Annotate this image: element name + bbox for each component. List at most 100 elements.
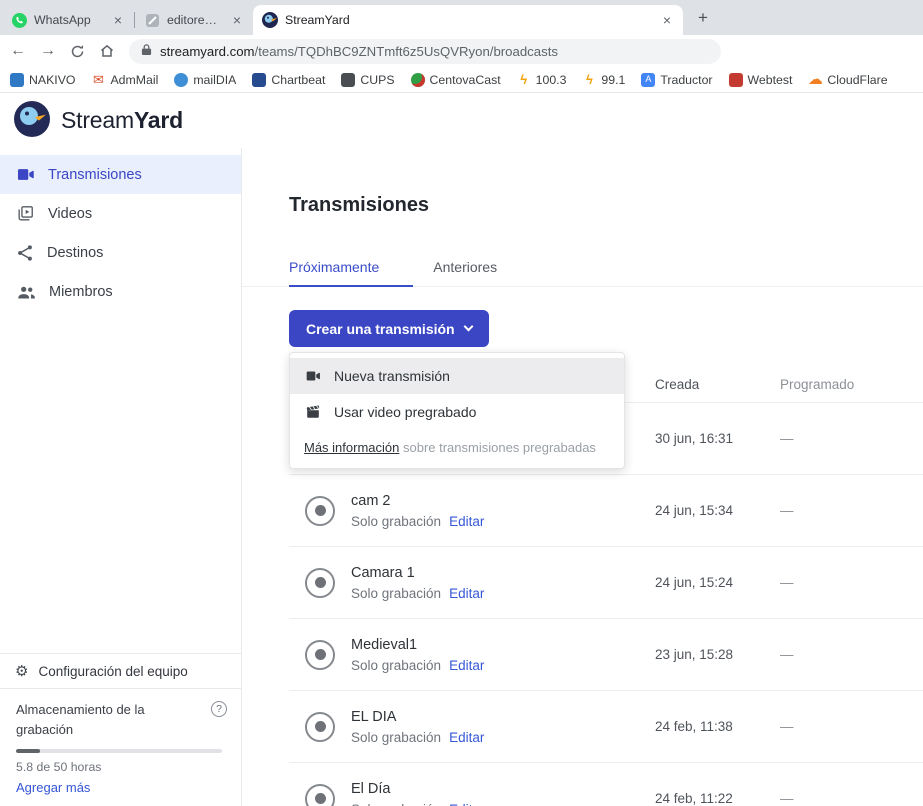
scheduled-value: — bbox=[780, 647, 923, 662]
sidebar-item-label: Videos bbox=[48, 206, 92, 222]
app-content: Transmisiones Videos Destinos Miembros bbox=[0, 148, 923, 806]
site-favicon bbox=[144, 12, 160, 28]
created-date: 23 jun, 15:28 bbox=[655, 647, 780, 662]
edit-link[interactable]: Editar bbox=[449, 658, 484, 673]
tab-anteriores[interactable]: Anteriores bbox=[433, 259, 531, 286]
lightning-icon bbox=[582, 73, 596, 87]
videocam-icon bbox=[304, 368, 321, 384]
bookmark-webtest[interactable]: Webtest bbox=[729, 73, 793, 87]
address-bar[interactable]: streamyard.com/teams/TQDhBC9ZNTmft6z5UsQ… bbox=[129, 39, 721, 64]
broadcast-subtitle: Solo grabación bbox=[351, 802, 441, 806]
cups-favicon bbox=[341, 73, 355, 87]
bookmark-100-3[interactable]: 100.3 bbox=[517, 73, 567, 87]
created-date: 30 jun, 16:31 bbox=[655, 431, 780, 446]
bookmark-99-1[interactable]: 99.1 bbox=[582, 73, 625, 87]
table-row[interactable]: El Día Solo grabaciónEditar 24 feb, 11:2… bbox=[289, 763, 923, 806]
close-tab-icon[interactable]: × bbox=[230, 12, 244, 28]
broadcast-subtitle: Solo grabación bbox=[351, 514, 441, 529]
edit-link[interactable]: Editar bbox=[449, 514, 484, 529]
broadcast-tabs: Próximamente Anteriores bbox=[242, 259, 923, 287]
tab-proximamente[interactable]: Próximamente bbox=[289, 259, 413, 287]
broadcast-subtitle: Solo grabación bbox=[351, 586, 441, 601]
sidebar-bottom: ⚙ Configuración del equipo Almacenamient… bbox=[0, 653, 241, 806]
table-row[interactable]: Medieval1 Solo grabaciónEditar 23 jun, 1… bbox=[289, 619, 923, 691]
storage-meter-fill bbox=[16, 749, 40, 753]
sidebar-item-destinos[interactable]: Destinos bbox=[0, 233, 241, 272]
create-broadcast-button[interactable]: Crear una transmisión bbox=[289, 310, 489, 347]
scheduled-value: — bbox=[780, 719, 923, 734]
bookmark-chartbeat[interactable]: Chartbeat bbox=[252, 73, 325, 87]
bookmark-label: Chartbeat bbox=[271, 73, 325, 87]
create-broadcast-label: Crear una transmisión bbox=[306, 321, 455, 337]
whatsapp-icon bbox=[11, 12, 27, 28]
main-area: Transmisiones Próximamente Anteriores Cr… bbox=[242, 148, 923, 806]
broadcast-subtitle: Solo grabación bbox=[351, 730, 441, 745]
bookmark-label: CUPS bbox=[360, 73, 394, 87]
cloud-icon bbox=[808, 73, 822, 87]
chevron-down-icon bbox=[463, 322, 473, 332]
close-tab-icon[interactable]: × bbox=[660, 12, 674, 28]
centovacast-favicon bbox=[411, 73, 425, 87]
storage-usage-text: 5.8 de 50 horas bbox=[16, 760, 225, 775]
storage-meter bbox=[16, 749, 222, 753]
streamyard-logo[interactable] bbox=[13, 100, 51, 141]
bookmark-label: CentovaCast bbox=[430, 73, 501, 87]
sidebar-item-videos[interactable]: Videos bbox=[0, 194, 241, 233]
create-broadcast-menu: Nueva transmisión Usar video pregrabado … bbox=[289, 352, 625, 469]
back-icon[interactable]: ← bbox=[10, 43, 26, 59]
members-icon bbox=[16, 283, 36, 301]
bookmark-nakivo[interactable]: NAKIVO bbox=[10, 73, 75, 87]
url-text: streamyard.com/teams/TQDhBC9ZNTmft6z5UsQ… bbox=[160, 44, 558, 59]
scheduled-value: — bbox=[780, 431, 923, 446]
bookmark-label: AdmMail bbox=[110, 73, 158, 87]
chartbeat-favicon bbox=[252, 73, 266, 87]
menu-item-new-broadcast[interactable]: Nueva transmisión bbox=[290, 358, 624, 394]
maildia-favicon bbox=[174, 73, 188, 87]
new-tab-button[interactable]: + bbox=[691, 6, 715, 30]
sidebar-item-miembros[interactable]: Miembros bbox=[0, 272, 241, 311]
video-library-icon bbox=[16, 204, 35, 223]
broadcast-title: Medieval1 bbox=[351, 637, 484, 653]
sidebar-nav: Transmisiones Videos Destinos Miembros bbox=[0, 148, 241, 311]
lightning-icon bbox=[517, 73, 531, 87]
created-date: 24 feb, 11:38 bbox=[655, 719, 780, 734]
clapperboard-icon bbox=[304, 404, 321, 420]
translate-icon bbox=[641, 73, 655, 87]
webtest-favicon bbox=[729, 73, 743, 87]
bookmark-label: 99.1 bbox=[601, 73, 625, 87]
browser-tab-streamyard[interactable]: StreamYard × bbox=[253, 5, 683, 35]
browser-tab-editoresweb[interactable]: editoresweb:sitioweb:eldia.co × bbox=[135, 5, 253, 35]
team-settings-button[interactable]: ⚙ Configuración del equipo bbox=[0, 653, 241, 688]
edit-link[interactable]: Editar bbox=[449, 586, 484, 601]
bookmark-cups[interactable]: CUPS bbox=[341, 73, 394, 87]
home-icon[interactable] bbox=[99, 43, 115, 59]
header-scheduled: Programado bbox=[780, 377, 923, 392]
browser-tab-whatsapp[interactable]: WhatsApp × bbox=[2, 5, 134, 35]
forward-icon[interactable]: → bbox=[40, 43, 56, 59]
menu-item-prerecorded[interactable]: Usar video pregrabado bbox=[290, 394, 624, 430]
table-row[interactable]: Camara 1 Solo grabaciónEditar 24 jun, 15… bbox=[289, 547, 923, 619]
bookmark-centovacast[interactable]: CentovaCast bbox=[411, 73, 501, 87]
team-settings-label: Configuración del equipo bbox=[38, 664, 187, 679]
bookmark-traductor[interactable]: Traductor bbox=[641, 73, 712, 87]
bookmark-label: Webtest bbox=[748, 73, 793, 87]
help-icon[interactable]: ? bbox=[211, 701, 227, 717]
streamyard-favicon bbox=[262, 12, 278, 28]
sidebar-item-transmisiones[interactable]: Transmisiones bbox=[0, 155, 241, 194]
edit-link[interactable]: Editar bbox=[449, 802, 484, 806]
url-path: /teams/TQDhBC9ZNTmft6z5UsQVRyon/broadcas… bbox=[255, 44, 558, 59]
created-date: 24 jun, 15:34 bbox=[655, 503, 780, 518]
header-created: Creada bbox=[655, 377, 780, 392]
more-info-link[interactable]: Más información bbox=[304, 440, 399, 455]
table-row[interactable]: EL DIA Solo grabaciónEditar 24 feb, 11:3… bbox=[289, 691, 923, 763]
edit-link[interactable]: Editar bbox=[449, 730, 484, 745]
tab-strip: WhatsApp × editoresweb:sitioweb:eldia.co… bbox=[0, 0, 923, 35]
bookmark-admmail[interactable]: AdmMail bbox=[91, 73, 158, 87]
bookmark-maildia[interactable]: mailDIA bbox=[174, 73, 236, 87]
table-row[interactable]: cam 2 Solo grabaciónEditar 24 jun, 15:34… bbox=[289, 475, 923, 547]
reload-icon[interactable] bbox=[70, 44, 85, 59]
sidebar-item-label: Miembros bbox=[49, 284, 113, 300]
add-more-link[interactable]: Agregar más bbox=[16, 780, 90, 796]
close-tab-icon[interactable]: × bbox=[111, 12, 125, 28]
bookmark-cloudflare[interactable]: CloudFlare bbox=[808, 73, 887, 87]
